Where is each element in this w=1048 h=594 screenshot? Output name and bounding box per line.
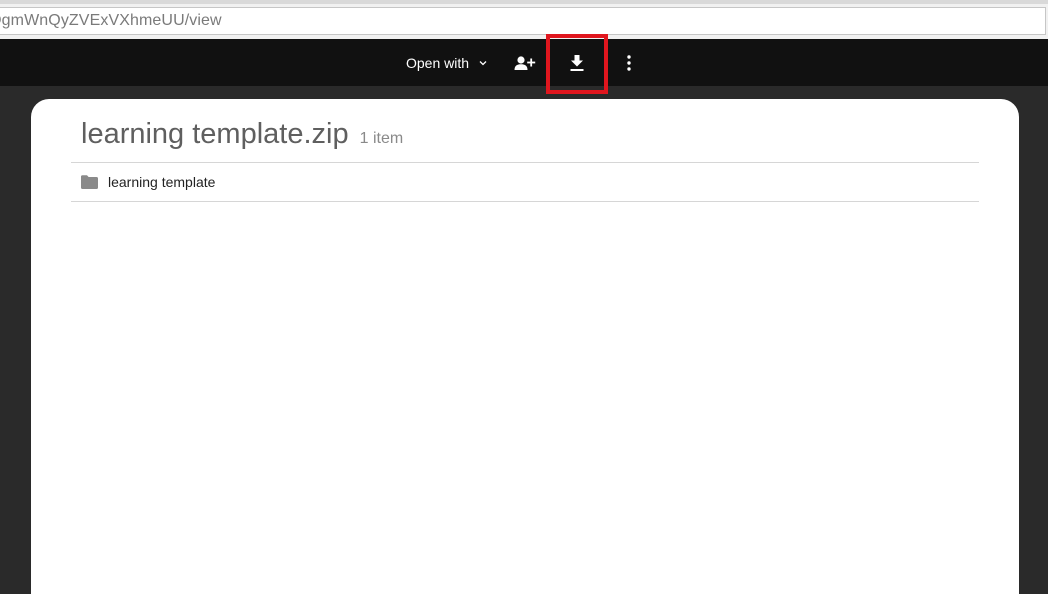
archive-card: learning template.zip 1 item learning te… xyxy=(31,99,1019,594)
folder-icon xyxy=(81,175,98,189)
viewer-toolbar: Open with xyxy=(0,39,1048,86)
more-vertical-icon xyxy=(627,54,631,71)
drive-zip-viewer: DgmWnQyZVExVXhmeUU/view Open with learni… xyxy=(0,0,1048,594)
download-button[interactable] xyxy=(557,39,597,86)
browser-address-bar: DgmWnQyZVExVXhmeUU/view xyxy=(0,0,1048,39)
url-text: DgmWnQyZVExVXhmeUU/view xyxy=(0,12,222,29)
divider xyxy=(71,201,979,202)
folder-name: learning template xyxy=(108,174,216,190)
person-add-icon xyxy=(514,55,536,70)
share-button[interactable] xyxy=(505,39,545,86)
item-count: 1 item xyxy=(359,130,404,147)
archive-title: learning template.zip xyxy=(81,118,349,150)
more-options-button[interactable] xyxy=(609,39,649,86)
url-field[interactable]: DgmWnQyZVExVXhmeUU/view xyxy=(0,7,1046,35)
download-icon xyxy=(570,54,584,71)
open-with-button[interactable]: Open with xyxy=(396,39,498,86)
archive-header: learning template.zip 1 item xyxy=(81,118,403,151)
list-item[interactable]: learning template xyxy=(71,163,979,201)
chevron-down-icon xyxy=(479,60,487,65)
open-with-label: Open with xyxy=(406,54,470,71)
